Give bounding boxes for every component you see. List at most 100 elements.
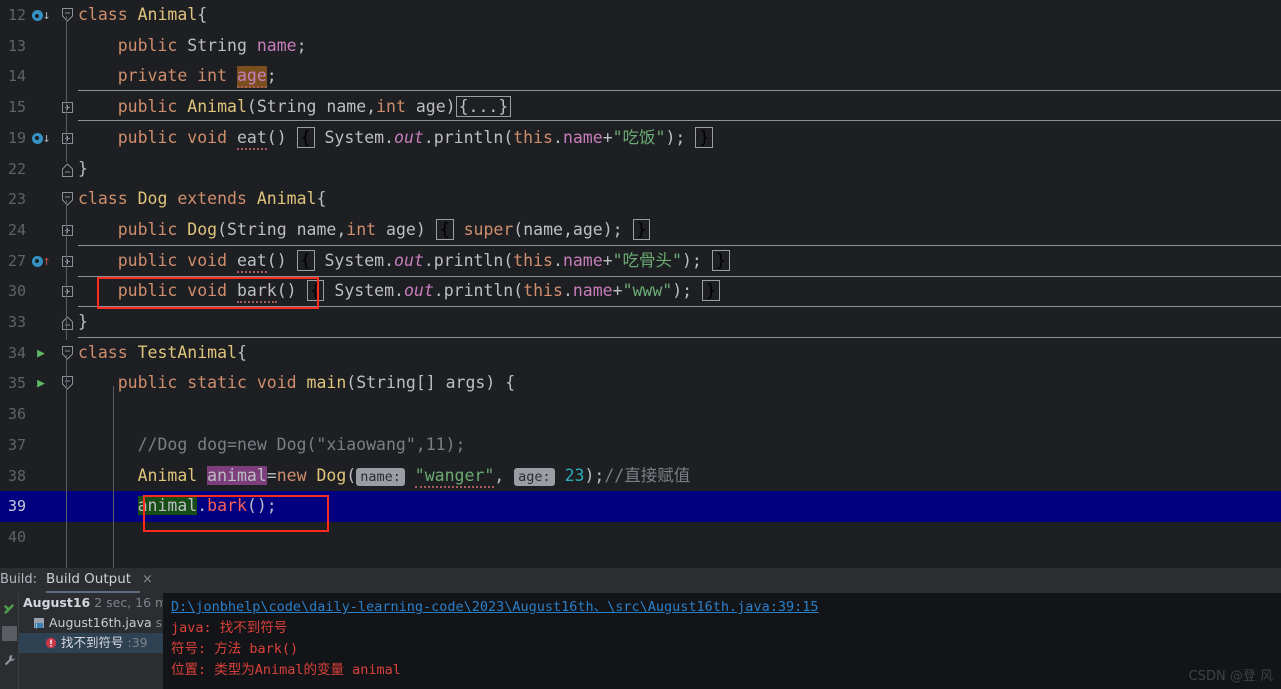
code-token: "吃骨头" bbox=[612, 250, 682, 270]
build-tree-row[interactable]: August16 2 sec, 16 ms bbox=[19, 593, 174, 613]
code-token: void bbox=[187, 250, 237, 270]
code-line[interactable]: 14 private int age; bbox=[0, 61, 1281, 92]
line-number: 33 bbox=[7, 313, 26, 331]
tab-build-output[interactable]: Build Output bbox=[46, 571, 131, 587]
line-number: 38 bbox=[7, 466, 26, 485]
code-token: "wanger" bbox=[414, 465, 495, 488]
code-line[interactable]: 39 animal.bark(); bbox=[0, 491, 1281, 522]
settings-wrench-icon[interactable] bbox=[2, 653, 17, 668]
code-token: bark bbox=[207, 496, 247, 516]
implemented-method-down-icon[interactable]: ↓ bbox=[30, 123, 52, 155]
java-file-icon: J bbox=[34, 618, 44, 630]
code-token: . bbox=[423, 127, 434, 147]
code-token: . bbox=[197, 496, 208, 516]
fold-collapse-bottom-icon[interactable] bbox=[60, 307, 74, 338]
code-line[interactable]: 15 public Animal(String name,int age) {..… bbox=[0, 92, 1281, 123]
code-token: println bbox=[443, 281, 514, 301]
build-console-output[interactable]: D:\jonbhelp\code\daily-learning-code\202… bbox=[163, 593, 1281, 689]
code-line[interactable]: 33} bbox=[0, 307, 1281, 338]
fold-expand-icon[interactable] bbox=[60, 123, 74, 154]
code-token: Dog bbox=[187, 219, 218, 239]
run-check-icon[interactable] bbox=[2, 603, 17, 618]
code-line[interactable]: 12 ↓ class Animal{ bbox=[0, 0, 1281, 31]
code-text: private int age; bbox=[78, 61, 277, 92]
code-line[interactable]: 36 bbox=[0, 399, 1281, 430]
code-text: } bbox=[78, 154, 88, 185]
code-line[interactable]: 40 bbox=[0, 522, 1281, 553]
code-line[interactable]: 35 ▶ public static void main(String[] arg… bbox=[0, 368, 1281, 399]
fold-collapse-bottom-icon[interactable] bbox=[60, 154, 74, 185]
code-line[interactable]: 27 ↑ public void eat() { System.out.print… bbox=[0, 246, 1281, 277]
fold-expand-icon[interactable] bbox=[60, 92, 74, 123]
code-token: this bbox=[513, 127, 553, 147]
code-token: 23 bbox=[564, 465, 585, 485]
code-line[interactable]: 23 class Dog extends Animal{ bbox=[0, 184, 1281, 215]
csdn-watermark: CSDN @登 风 bbox=[1188, 669, 1273, 684]
code-token: eat bbox=[236, 250, 267, 273]
code-token: Animal bbox=[137, 5, 198, 24]
code-token: () bbox=[276, 281, 307, 301]
code-token: out bbox=[394, 250, 424, 270]
code-token: { bbox=[296, 249, 315, 271]
fold-collapse-top-icon[interactable] bbox=[60, 0, 74, 31]
code-token: //直接赋值 bbox=[604, 465, 691, 485]
code-token: } bbox=[695, 126, 714, 148]
code-token: ); bbox=[682, 250, 702, 270]
overriding-method-up-icon[interactable]: ↑ bbox=[30, 246, 52, 278]
error-file-link[interactable]: D:\jonbhelp\code\daily-learning-code\202… bbox=[171, 597, 1281, 618]
code-line[interactable]: 22} bbox=[0, 154, 1281, 185]
code-text: public static void main(String[] args) { bbox=[78, 368, 515, 399]
line-number: 39 bbox=[7, 497, 26, 516]
code-token: main bbox=[306, 373, 347, 393]
code-token: void bbox=[187, 281, 237, 301]
code-token: age bbox=[386, 219, 416, 239]
code-text: class Dog extends Animal{ bbox=[78, 184, 326, 215]
code-token: . bbox=[423, 250, 434, 270]
code-line[interactable]: 24 public Dog(String name,int age) { sup… bbox=[0, 215, 1281, 246]
code-token: public bbox=[117, 127, 188, 147]
error-message-symbol: 符号: 方法 bark() bbox=[171, 641, 299, 657]
run-gutter-icon[interactable]: ▶ bbox=[30, 338, 52, 370]
fold-region-line-dog bbox=[66, 200, 67, 340]
code-token: . bbox=[553, 250, 563, 270]
fold-region-line-testanimal bbox=[66, 355, 67, 568]
code-token: ( bbox=[246, 97, 257, 117]
code-line[interactable]: 19 ↓ public void eat() { System.out.print… bbox=[0, 123, 1281, 154]
code-line[interactable]: 13 public String name; bbox=[0, 31, 1281, 62]
code-token: ) bbox=[415, 219, 426, 239]
code-token: int bbox=[197, 66, 237, 86]
stop-icon[interactable] bbox=[2, 626, 17, 641]
build-tree-item-label: 找不到符号 bbox=[60, 635, 124, 650]
code-text: //Dog dog=new Dog("xiaowang",11); bbox=[78, 430, 466, 461]
line-number: 23 bbox=[7, 190, 26, 209]
build-panel-label: Build: bbox=[0, 572, 38, 587]
code-line[interactable]: 30 public void bark() { System.out.print… bbox=[0, 276, 1281, 307]
folded-region-separator bbox=[78, 276, 1281, 277]
fold-collapse-top-icon[interactable] bbox=[60, 338, 74, 369]
code-token: , bbox=[336, 219, 347, 239]
code-token: () bbox=[266, 250, 297, 270]
code-line[interactable]: 38 Animal animal=new Dog(name: "wanger",… bbox=[0, 461, 1281, 492]
fold-expand-icon[interactable] bbox=[60, 246, 74, 277]
code-token: args bbox=[445, 373, 486, 393]
code-token: . bbox=[394, 281, 404, 301]
implemented-method-down-icon[interactable]: ↓ bbox=[30, 0, 52, 32]
fold-expand-icon[interactable] bbox=[60, 276, 74, 307]
build-tree-row[interactable]: J August16th.java src bbox=[19, 613, 174, 633]
code-token: age bbox=[572, 219, 603, 239]
code-editor[interactable]: 12 ↓ class Animal{13 public String name; 14… bbox=[0, 0, 1281, 568]
fold-collapse-top-icon[interactable] bbox=[60, 368, 74, 399]
build-result-tree[interactable]: August16 2 sec, 16 msJ August16th.java s… bbox=[18, 593, 174, 689]
code-token: public bbox=[117, 35, 188, 55]
fold-expand-icon[interactable] bbox=[60, 215, 74, 246]
code-line[interactable]: 37 //Dog dog=new Dog("xiaowang",11); bbox=[0, 430, 1281, 461]
run-gutter-icon[interactable]: ▶ bbox=[30, 368, 52, 400]
build-tree-row[interactable]: 找不到符号 :39 bbox=[19, 633, 163, 653]
code-token: , bbox=[494, 465, 515, 485]
close-icon[interactable]: × bbox=[142, 572, 153, 587]
fold-collapse-top-icon[interactable] bbox=[60, 184, 74, 215]
code-line[interactable]: 34 ▶ class TestAnimal{ bbox=[0, 338, 1281, 369]
